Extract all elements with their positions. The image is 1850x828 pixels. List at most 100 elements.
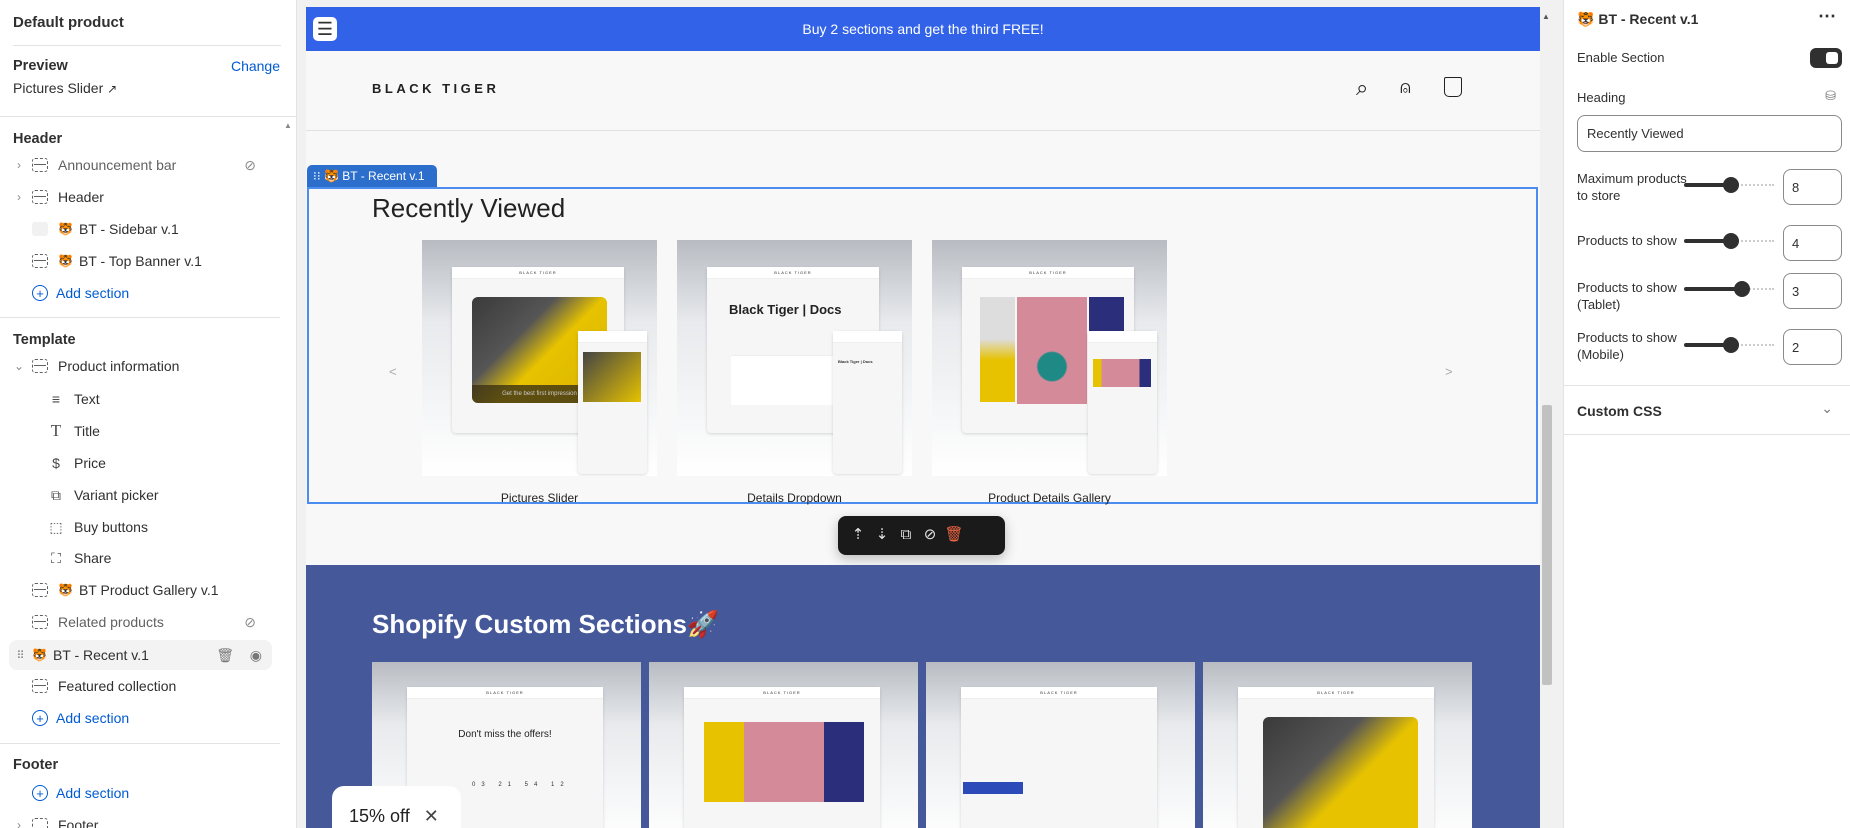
section-featured-collection[interactable]: Featured collection	[0, 671, 280, 701]
price-tag-icon: $	[52, 455, 60, 471]
products-to-show-slider[interactable]	[1684, 233, 1774, 249]
sections-sidebar: Default product Preview Change Pictures …	[0, 0, 297, 828]
chevron-down-icon[interactable]: ⌄	[12, 359, 26, 373]
products-tablet-label: Products to show (Tablet)	[1577, 280, 1677, 312]
announcement-bar: Buy 2 sections and get the third FREE!	[306, 7, 1540, 51]
trash-icon[interactable]: 🗑	[942, 525, 966, 543]
change-preview-link[interactable]: Change	[231, 58, 280, 74]
add-section-footer[interactable]: + Add section	[0, 778, 280, 808]
drag-handle-icon[interactable]: ⠿	[9, 649, 32, 662]
sidebar-icon	[32, 222, 48, 236]
section-icon	[32, 158, 48, 172]
products-tablet-input[interactable]: 3	[1783, 273, 1842, 309]
eye-off-icon[interactable]: ⊘	[244, 157, 256, 174]
menu-icon[interactable]: ☰	[313, 17, 337, 41]
section-footer[interactable]: › Footer	[0, 810, 280, 828]
tiger-icon: 🐯	[58, 222, 73, 236]
preview-label: Preview	[13, 58, 68, 74]
block-price[interactable]: $ Price	[0, 448, 280, 478]
dynamic-source-icon[interactable]: ⛁	[1825, 88, 1836, 104]
settings-title: 🐯 BT - Recent v.1	[1577, 11, 1699, 27]
cursor-icon: ⬚	[49, 518, 63, 535]
eye-icon[interactable]: ◉	[250, 647, 262, 664]
custom-section-card[interactable]: BLACK TIGER	[649, 662, 918, 828]
chevron-right-icon[interactable]: ›	[12, 158, 26, 172]
scroll-up-arrow[interactable]: ▲	[1542, 12, 1550, 21]
trash-icon[interactable]: 🗑	[216, 647, 234, 664]
product-card-image[interactable]: BLACK TIGER Get the best first impressio…	[422, 240, 657, 476]
add-section-template[interactable]: + Add section	[0, 703, 280, 733]
section-bt-sidebar[interactable]: 🐯 BT - Sidebar v.1	[0, 214, 280, 244]
carousel-next-arrow[interactable]: >	[1445, 364, 1453, 379]
settings-panel: 🐯 BT - Recent v.1 ⋯ Enable Section Headi…	[1563, 0, 1850, 828]
plus-circle-icon: +	[32, 785, 48, 801]
custom-section-card[interactable]: BLACK TIGER	[1203, 662, 1472, 828]
enable-section-toggle[interactable]	[1810, 48, 1842, 68]
close-icon[interactable]: ✕	[424, 806, 439, 826]
section-bt-recent[interactable]: ⠿ 🐯 BT - Recent v.1 🗑 ◉	[9, 640, 272, 670]
eye-off-icon[interactable]: ⊘	[918, 525, 942, 543]
section-icon: ⁝⁝	[313, 169, 324, 183]
block-text[interactable]: ≡ Text	[0, 384, 280, 414]
section-related-products[interactable]: Related products ⊘	[0, 607, 280, 637]
scroll-up-arrow[interactable]: ▲	[284, 121, 292, 130]
template-title: Default product	[13, 14, 124, 31]
move-down-icon[interactable]: ⇣	[870, 525, 894, 543]
chevron-down-icon: ⌄	[1821, 400, 1833, 416]
section-bt-top-banner[interactable]: 🐯 BT - Top Banner v.1	[0, 246, 280, 276]
chevron-right-icon[interactable]: ›	[12, 190, 26, 204]
products-to-show-label: Products to show	[1577, 233, 1677, 248]
account-icon[interactable]: ⍝	[1400, 77, 1411, 98]
eye-off-icon[interactable]: ⊘	[244, 614, 256, 631]
block-buy-buttons[interactable]: ⬚ Buy buttons	[0, 512, 280, 542]
chevron-right-icon[interactable]: ›	[12, 818, 26, 828]
product-card-image[interactable]: BLACK TIGER Black Tiger | Docs Black Tig…	[677, 240, 912, 476]
store-preview: Buy 2 sections and get the third FREE! ☰…	[306, 7, 1540, 828]
preview-product[interactable]: Pictures Slider ↗	[13, 80, 117, 96]
search-icon[interactable]: ⌕	[1356, 75, 1368, 101]
discount-popup[interactable]: 15% off ✕	[332, 786, 461, 828]
block-share[interactable]: ⛶ Share	[0, 543, 280, 573]
section-icon	[32, 359, 48, 373]
max-products-input[interactable]: 8	[1783, 169, 1842, 205]
product-card-title[interactable]: Product Details Gallery	[932, 491, 1167, 505]
custom-section-card[interactable]: BLACK TIGER	[926, 662, 1195, 828]
products-tablet-slider[interactable]	[1684, 281, 1774, 297]
product-card-image[interactable]: BLACK TIGER	[932, 240, 1167, 476]
products-mobile-slider[interactable]	[1684, 337, 1774, 353]
product-card-title[interactable]: Details Dropdown	[677, 491, 912, 505]
section-header[interactable]: › Header	[0, 182, 280, 212]
product-card-title[interactable]: Pictures Slider	[422, 491, 657, 505]
title-icon: T	[50, 421, 62, 440]
tiger-icon: 🐯	[1577, 11, 1599, 27]
block-variant-picker[interactable]: ⧉ Variant picker	[0, 480, 280, 510]
section-product-information[interactable]: ⌄ Product information	[0, 351, 280, 381]
products-mobile-input[interactable]: 2	[1783, 329, 1842, 365]
heading-input[interactable]: Recently Viewed	[1577, 115, 1842, 152]
store-logo[interactable]: BLACK TIGER	[372, 81, 499, 96]
section-icon	[32, 679, 48, 693]
add-section-header[interactable]: + Add section	[0, 278, 280, 308]
section-bt-product-gallery[interactable]: 🐯 BT Product Gallery v.1	[0, 575, 280, 605]
max-products-slider[interactable]	[1684, 177, 1774, 193]
scrollbar-thumb[interactable]	[1542, 405, 1552, 685]
tiger-icon: 🐯	[58, 583, 73, 597]
custom-css-accordion[interactable]: Custom CSS ⌄	[1564, 386, 1850, 434]
products-to-show-input[interactable]: 4	[1783, 225, 1842, 261]
variant-icon: ⧉	[51, 486, 61, 503]
duplicate-icon[interactable]: ⧉	[894, 526, 918, 543]
more-options-icon[interactable]: ⋯	[1818, 6, 1836, 27]
block-title[interactable]: T Title	[0, 416, 280, 446]
header-group-title: Header	[13, 131, 63, 147]
custom-sections-heading: Shopify Custom Sections🚀	[372, 609, 720, 639]
section-icon	[32, 190, 48, 204]
move-up-icon[interactable]: ⇡	[846, 525, 870, 543]
section-announcement-bar[interactable]: › Announcement bar ⊘	[0, 150, 280, 180]
custom-sections-section: Shopify Custom Sections🚀 BLACK TIGER Don'…	[306, 565, 1540, 828]
carousel-prev-arrow[interactable]: <	[389, 364, 397, 379]
section-toolbar: ⇡ ⇣ ⧉ ⊘ 🗑	[838, 516, 1005, 555]
cart-icon[interactable]	[1444, 77, 1462, 97]
heading-label: Heading	[1577, 90, 1626, 105]
section-icon	[32, 254, 48, 268]
section-tag[interactable]: ⁝⁝ 🐯 BT - Recent v.1	[307, 165, 437, 187]
